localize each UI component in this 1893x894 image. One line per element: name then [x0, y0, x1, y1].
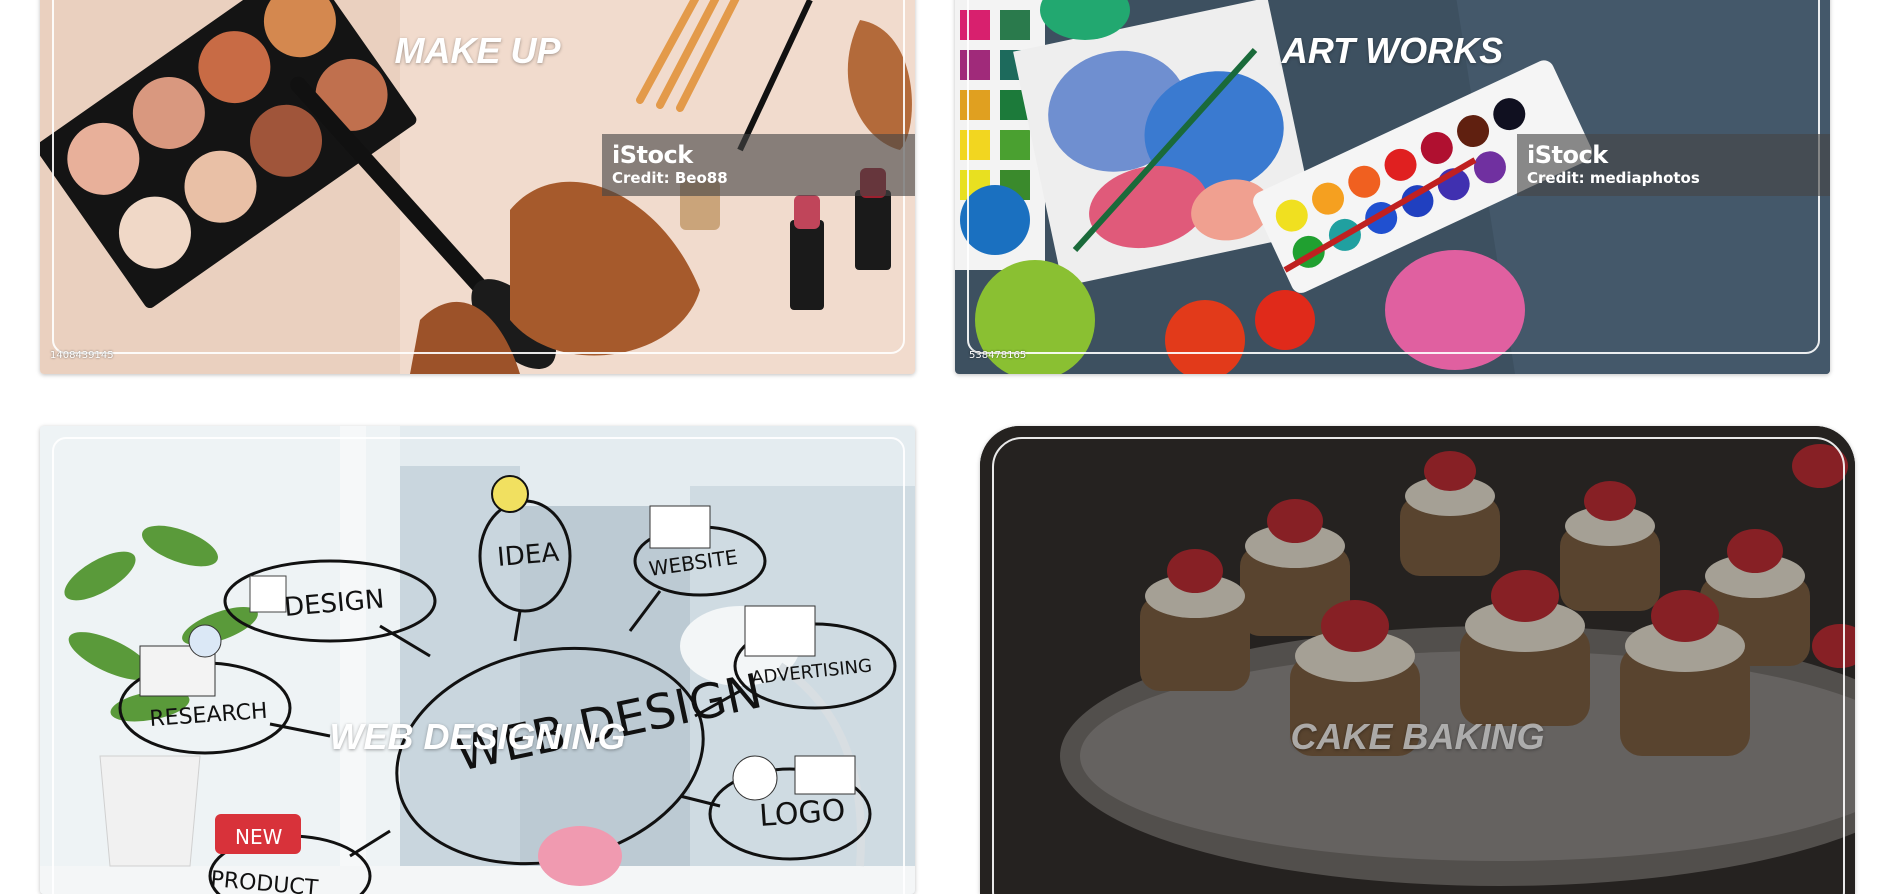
asset-id: 538478165	[969, 350, 1027, 361]
card-cake-baking[interactable]: CAKE BAKING	[980, 426, 1855, 894]
web-designing-image: DESIGN IDEA WEBSITE ADVERTISING RESEARCH…	[40, 426, 915, 894]
card-title: ART WORKS	[1281, 30, 1504, 71]
card-title: WEB DESIGNING	[329, 716, 626, 757]
sketch-label-logo: LOGO	[758, 793, 846, 834]
card-title: MAKE UP	[394, 30, 561, 71]
istock-brand: iStock	[1527, 141, 1608, 169]
card-art-works[interactable]: ART WORKS iStock Credit: mediaphotos 538…	[955, 0, 1830, 374]
cake-baking-image	[980, 426, 1855, 894]
sketch-label-idea: IDEA	[496, 538, 560, 573]
istock-credit: Credit: mediaphotos	[1527, 169, 1700, 187]
istock-credit: Credit: Beo88	[612, 169, 728, 187]
card-make-up[interactable]: MAKE UP iStock Credit: Beo88 1408439145	[40, 0, 915, 374]
istock-brand: iStock	[612, 141, 693, 169]
card-title: CAKE BAKING	[1290, 716, 1545, 757]
sketch-label-new: NEW	[235, 825, 283, 849]
istock-watermark: iStock Credit: mediaphotos	[1517, 134, 1830, 196]
istock-watermark: iStock Credit: Beo88	[602, 134, 915, 196]
card-web-designing[interactable]: DESIGN IDEA WEBSITE ADVERTISING RESEARCH…	[40, 426, 915, 894]
asset-id: 1408439145	[50, 350, 114, 361]
